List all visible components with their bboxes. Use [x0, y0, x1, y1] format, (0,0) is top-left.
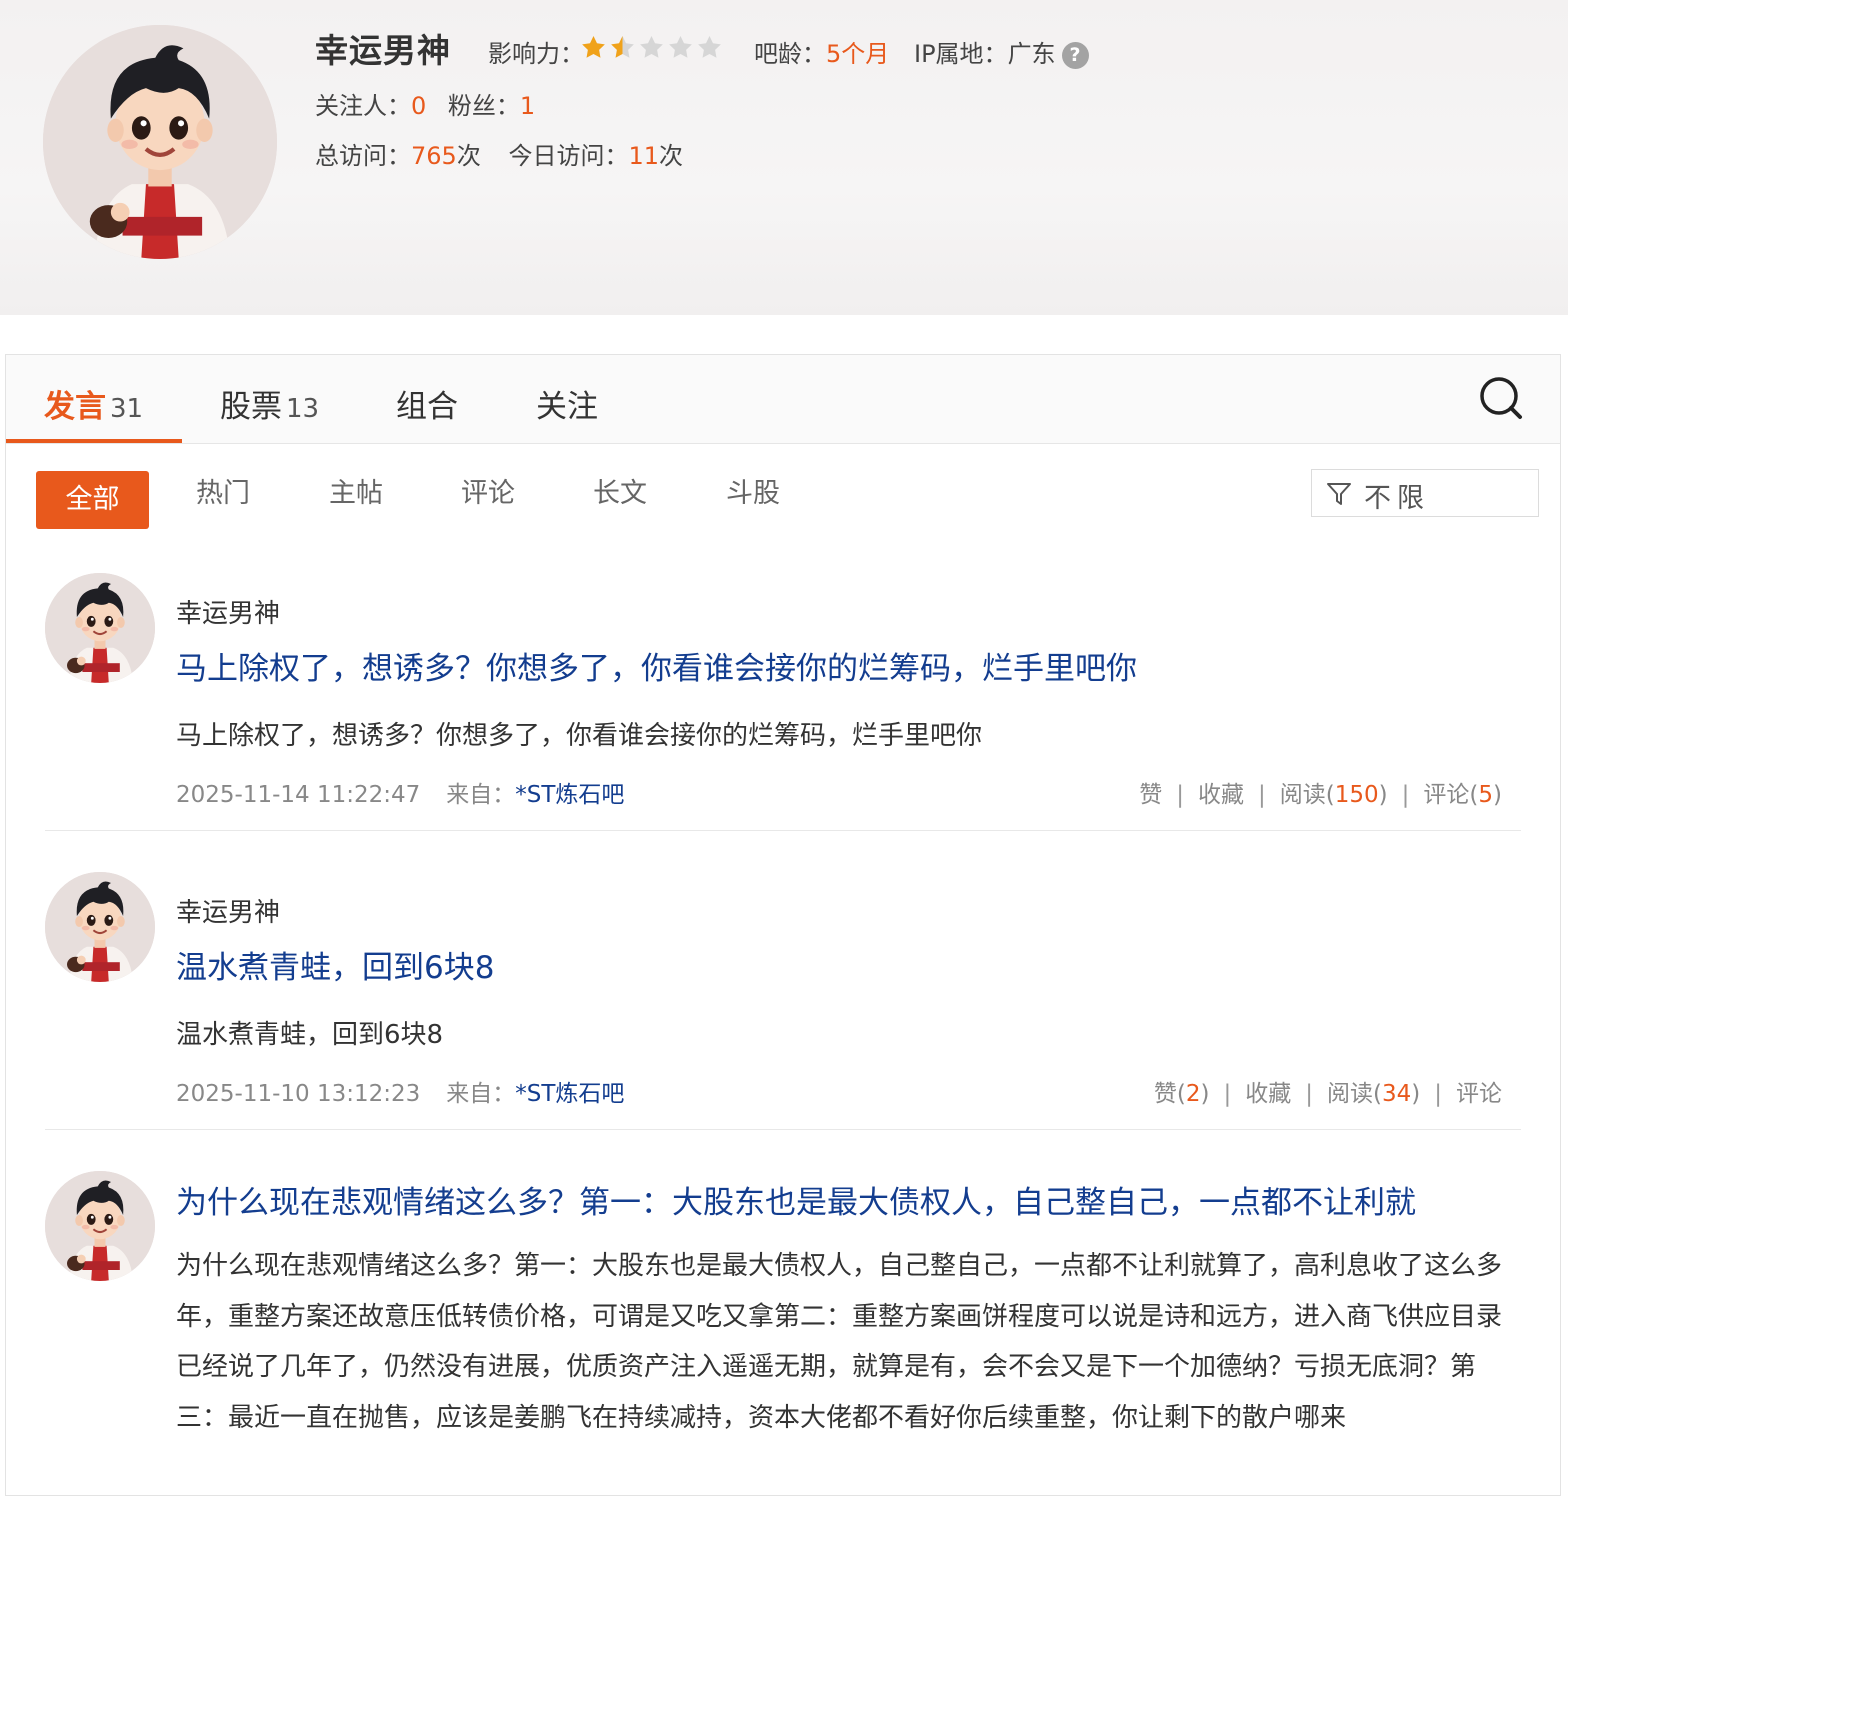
star-icon	[609, 34, 636, 61]
star-icon	[667, 34, 694, 61]
visit-stats: 总访问：765次 今日访问：11次	[315, 136, 683, 171]
filter-long[interactable]: 长文	[593, 471, 647, 510]
today-unit: 次	[659, 142, 683, 170]
comment-button[interactable]: 评论	[1456, 1081, 1502, 1107]
star-icon	[696, 34, 723, 61]
avatar[interactable]	[45, 872, 155, 982]
tab-label: 发言	[44, 389, 106, 425]
range-dropdown[interactable]: 不限	[1311, 469, 1539, 517]
tab-posts[interactable]: 发言 31	[44, 381, 143, 426]
post-title[interactable]: 为什么现在悲观情绪这么多？第一：大股东也是最大债权人，自己整自己，一点都不让利就	[176, 1177, 1416, 1222]
profile-header: 幸运男神 影响力： 吧龄：5个月 IP属地：广东? 关注人：0 粉丝：1 总访问…	[0, 0, 1568, 315]
filter-comment[interactable]: 评论	[461, 471, 515, 510]
post-source-label: 来自：	[446, 1081, 516, 1107]
ip-location: IP属地：广东?	[914, 34, 1089, 69]
post-actions: 赞 | 收藏 | 阅读(150) | 评论(5)	[1139, 782, 1502, 808]
tab-following[interactable]: 关注	[536, 381, 598, 426]
following-label: 关注人：	[315, 92, 411, 120]
dropdown-label: 不限	[1364, 483, 1430, 514]
filter-all[interactable]: 全部	[36, 471, 149, 529]
post-actions: 赞(2) | 收藏 | 阅读(34) | 评论	[1153, 1081, 1502, 1107]
comment-button[interactable]: 评论(5)	[1423, 782, 1502, 808]
post-body: 为什么现在悲观情绪这么多？第一：大股东也是最大债权人，自己整自己，一点都不让利就…	[176, 1251, 1503, 1433]
bar-age: 吧龄：5个月	[754, 34, 889, 69]
read-label: 阅读	[1327, 1081, 1373, 1107]
influence-label: 影响力：	[488, 40, 584, 68]
read-count: 阅读(150)	[1279, 782, 1388, 808]
follow-stats: 关注人：0 粉丝：1	[315, 86, 535, 121]
post-title[interactable]: 马上除权了，想诱多？你想多了，你看谁会接你的烂筹码，烂手里吧你	[176, 643, 1137, 688]
today-label: 今日访问：	[508, 142, 629, 170]
star-icon	[638, 34, 665, 61]
post-title[interactable]: 温水煮青蛙，回到6块8	[176, 942, 494, 987]
comment-value: 5	[1478, 782, 1494, 808]
post-meta: 2025-11-10 13:12:23 来自：*ST炼石吧	[176, 1074, 624, 1108]
comment-label: 评论	[1423, 782, 1470, 808]
bar-age-value: 5个月	[826, 40, 890, 68]
question-icon[interactable]: ?	[1061, 41, 1089, 69]
tab-count: 13	[286, 394, 320, 424]
post-time: 2025-11-14 11:22:47	[176, 782, 421, 808]
tab-count: 31	[110, 394, 144, 424]
ip-value: 广东	[1007, 40, 1056, 68]
visits-count: 765	[411, 142, 457, 170]
tab-label: 组合	[396, 389, 458, 425]
filter-dougu[interactable]: 斗股	[726, 471, 780, 510]
funnel-icon	[1327, 483, 1351, 505]
read-value: 150	[1334, 782, 1379, 808]
post-source-link[interactable]: *ST炼石吧	[515, 782, 624, 808]
filter-hot[interactable]: 热门	[196, 471, 250, 510]
tab-label: 关注	[536, 389, 598, 425]
post-author[interactable]: 幸运男神	[176, 593, 280, 630]
bar-age-label: 吧龄：	[754, 40, 826, 68]
tab-bar: 发言 31 股票 13 组合 关注	[6, 355, 1560, 444]
post-body: 温水煮青蛙，回到6块8	[176, 1020, 444, 1050]
visits-label: 总访问：	[315, 142, 411, 170]
influence-stars	[580, 34, 723, 61]
active-tab-indicator	[6, 439, 182, 443]
post-body: 马上除权了，想诱多？你想多了，你看谁会接你的烂筹码，烂手里吧你	[176, 721, 983, 751]
following-count[interactable]: 0	[411, 92, 426, 120]
like-value: 2	[1185, 1081, 1201, 1107]
divider	[45, 830, 1521, 831]
visits-unit: 次	[456, 142, 481, 170]
fans-count[interactable]: 1	[520, 92, 535, 120]
post-source-label: 来自：	[446, 782, 516, 808]
post-author[interactable]: 幸运男神	[176, 892, 280, 929]
post-source-link[interactable]: *ST炼石吧	[515, 1081, 624, 1107]
filter-main[interactable]: 主帖	[329, 471, 383, 510]
tab-portfolio[interactable]: 组合	[396, 381, 458, 426]
read-value: 34	[1381, 1081, 1412, 1107]
profile-name: 幸运男神	[315, 31, 451, 70]
read-label: 阅读	[1279, 782, 1326, 808]
avatar[interactable]	[43, 25, 277, 259]
tab-label: 股票	[220, 389, 282, 425]
fans-label: 粉丝：	[447, 92, 520, 120]
like-label: 赞	[1153, 1081, 1177, 1107]
content-panel: 发言 31 股票 13 组合 关注 全部 热门 主帖 评论 长文 斗股 不限 幸运男…	[5, 354, 1561, 1496]
favorite-button[interactable]: 收藏	[1245, 1081, 1291, 1107]
like-button[interactable]: 赞	[1139, 782, 1162, 808]
search-icon[interactable]	[1478, 375, 1524, 421]
post-meta: 2025-11-14 11:22:47 来自：*ST炼石吧	[176, 775, 624, 809]
avatar[interactable]	[45, 573, 155, 683]
today-count: 11	[628, 142, 659, 170]
favorite-button[interactable]: 收藏	[1198, 782, 1244, 808]
post-time: 2025-11-10 13:12:23	[176, 1081, 421, 1107]
tab-stocks[interactable]: 股票 13	[220, 381, 319, 426]
read-count: 阅读(34)	[1327, 1081, 1421, 1107]
avatar[interactable]	[45, 1171, 155, 1281]
divider	[45, 1129, 1521, 1130]
ip-label: IP属地：	[914, 40, 1008, 68]
like-button[interactable]: 赞(2)	[1154, 1081, 1210, 1107]
star-icon	[580, 34, 607, 61]
like-label: 赞	[1139, 782, 1163, 808]
